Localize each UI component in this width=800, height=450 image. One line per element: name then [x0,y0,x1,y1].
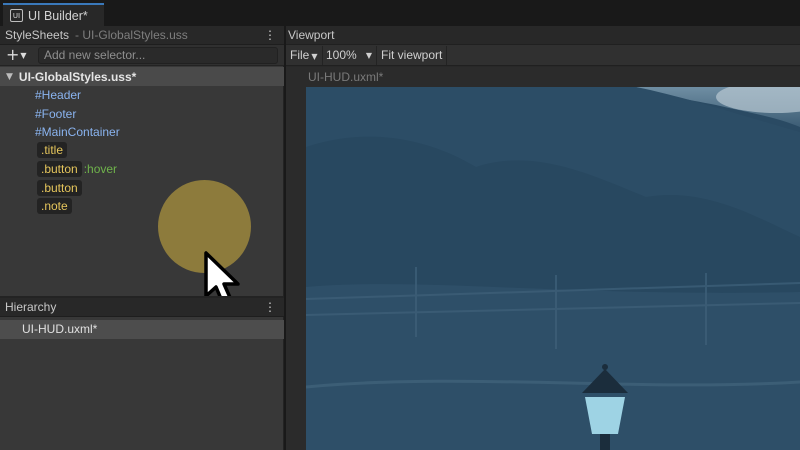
stylesheets-toolbar: +▼ Add new selector... [0,45,284,66]
left-panel: StyleSheets - UI-GlobalStyles.uss ⋮ +▼ A… [0,26,284,450]
selector-label: #MainContainer [35,125,120,139]
selector-button-hover[interactable]: .button :hover [35,161,117,177]
caret-down-icon: ▼ [311,52,318,61]
stylesheet-root-label: UI-GlobalStyles.uss* [18,69,137,84]
selector-main-container[interactable]: #MainContainer [35,124,120,140]
viewport-scene-image [306,87,800,450]
selector-title[interactable]: .title [35,142,68,158]
hierarchy-header: Hierarchy ⋮ [0,298,284,317]
add-stylesheet-button[interactable]: +▼ [6,46,34,64]
viewport-canvas[interactable]: UI-HUD.uxml* [286,67,800,450]
tab-ui-builder[interactable]: UI UI Builder* [3,3,104,26]
caret-down-icon: ▼ [20,51,27,60]
fit-viewport-label: Fit viewport [381,48,443,62]
selector-class-pill: .button [37,180,82,196]
selector-label: #Footer [35,107,77,121]
plus-icon: + [6,45,20,64]
caret-down-icon: ▼ [365,51,372,60]
stylesheets-header: StyleSheets - UI-GlobalStyles.uss ⋮ [0,26,284,45]
window-tab-bar: UI UI Builder* [0,0,800,26]
foldout-arrow-icon[interactable]: ▼ [6,72,13,82]
fit-viewport-button[interactable]: Fit viewport [377,46,448,65]
viewport-title: Viewport [288,28,335,42]
selector-label: #Header [35,88,82,102]
selector-class-pill: .note [37,198,72,214]
park-background-image [306,87,800,450]
selector-class-pill: .title [37,142,68,158]
viewport-header: Viewport [286,26,800,44]
tab-label: UI Builder* [28,8,88,23]
selector-note[interactable]: .note [35,198,72,214]
hierarchy-menu-icon[interactable]: ⋮ [264,301,276,313]
file-menu-label: File [290,48,310,62]
zoom-value: 100% [326,48,357,62]
hierarchy-title: Hierarchy [5,300,57,314]
ui-builder-icon: UI [10,9,23,22]
hierarchy-item-ui-hud[interactable]: UI-HUD.uxml* [0,320,284,339]
selector-header[interactable]: #Header [35,87,81,103]
stylesheet-root-item[interactable]: ▼ UI-GlobalStyles.uss* [0,67,284,86]
viewport-toolbar: File ▼ 100% ▼ Fit viewport [286,44,800,66]
stylesheets-subtitle: - UI-GlobalStyles.uss [75,28,188,42]
selector-footer[interactable]: #Footer [35,106,76,122]
zoom-dropdown[interactable]: 100% ▼ [322,46,377,65]
add-selector-input[interactable]: Add new selector... [38,47,278,64]
document-label: UI-HUD.uxml* [308,70,384,84]
stylesheets-title: StyleSheets [5,28,70,42]
file-menu-button[interactable]: File ▼ [286,46,323,65]
viewport-panel: Viewport File ▼ 100% ▼ Fit viewport UI-HUD… [286,26,800,450]
selector-class-pill: .button [37,161,82,177]
stylesheets-menu-icon[interactable]: ⋮ [264,29,276,41]
selector-pseudo-class: :hover [83,162,118,176]
selector-button[interactable]: .button [35,180,82,196]
